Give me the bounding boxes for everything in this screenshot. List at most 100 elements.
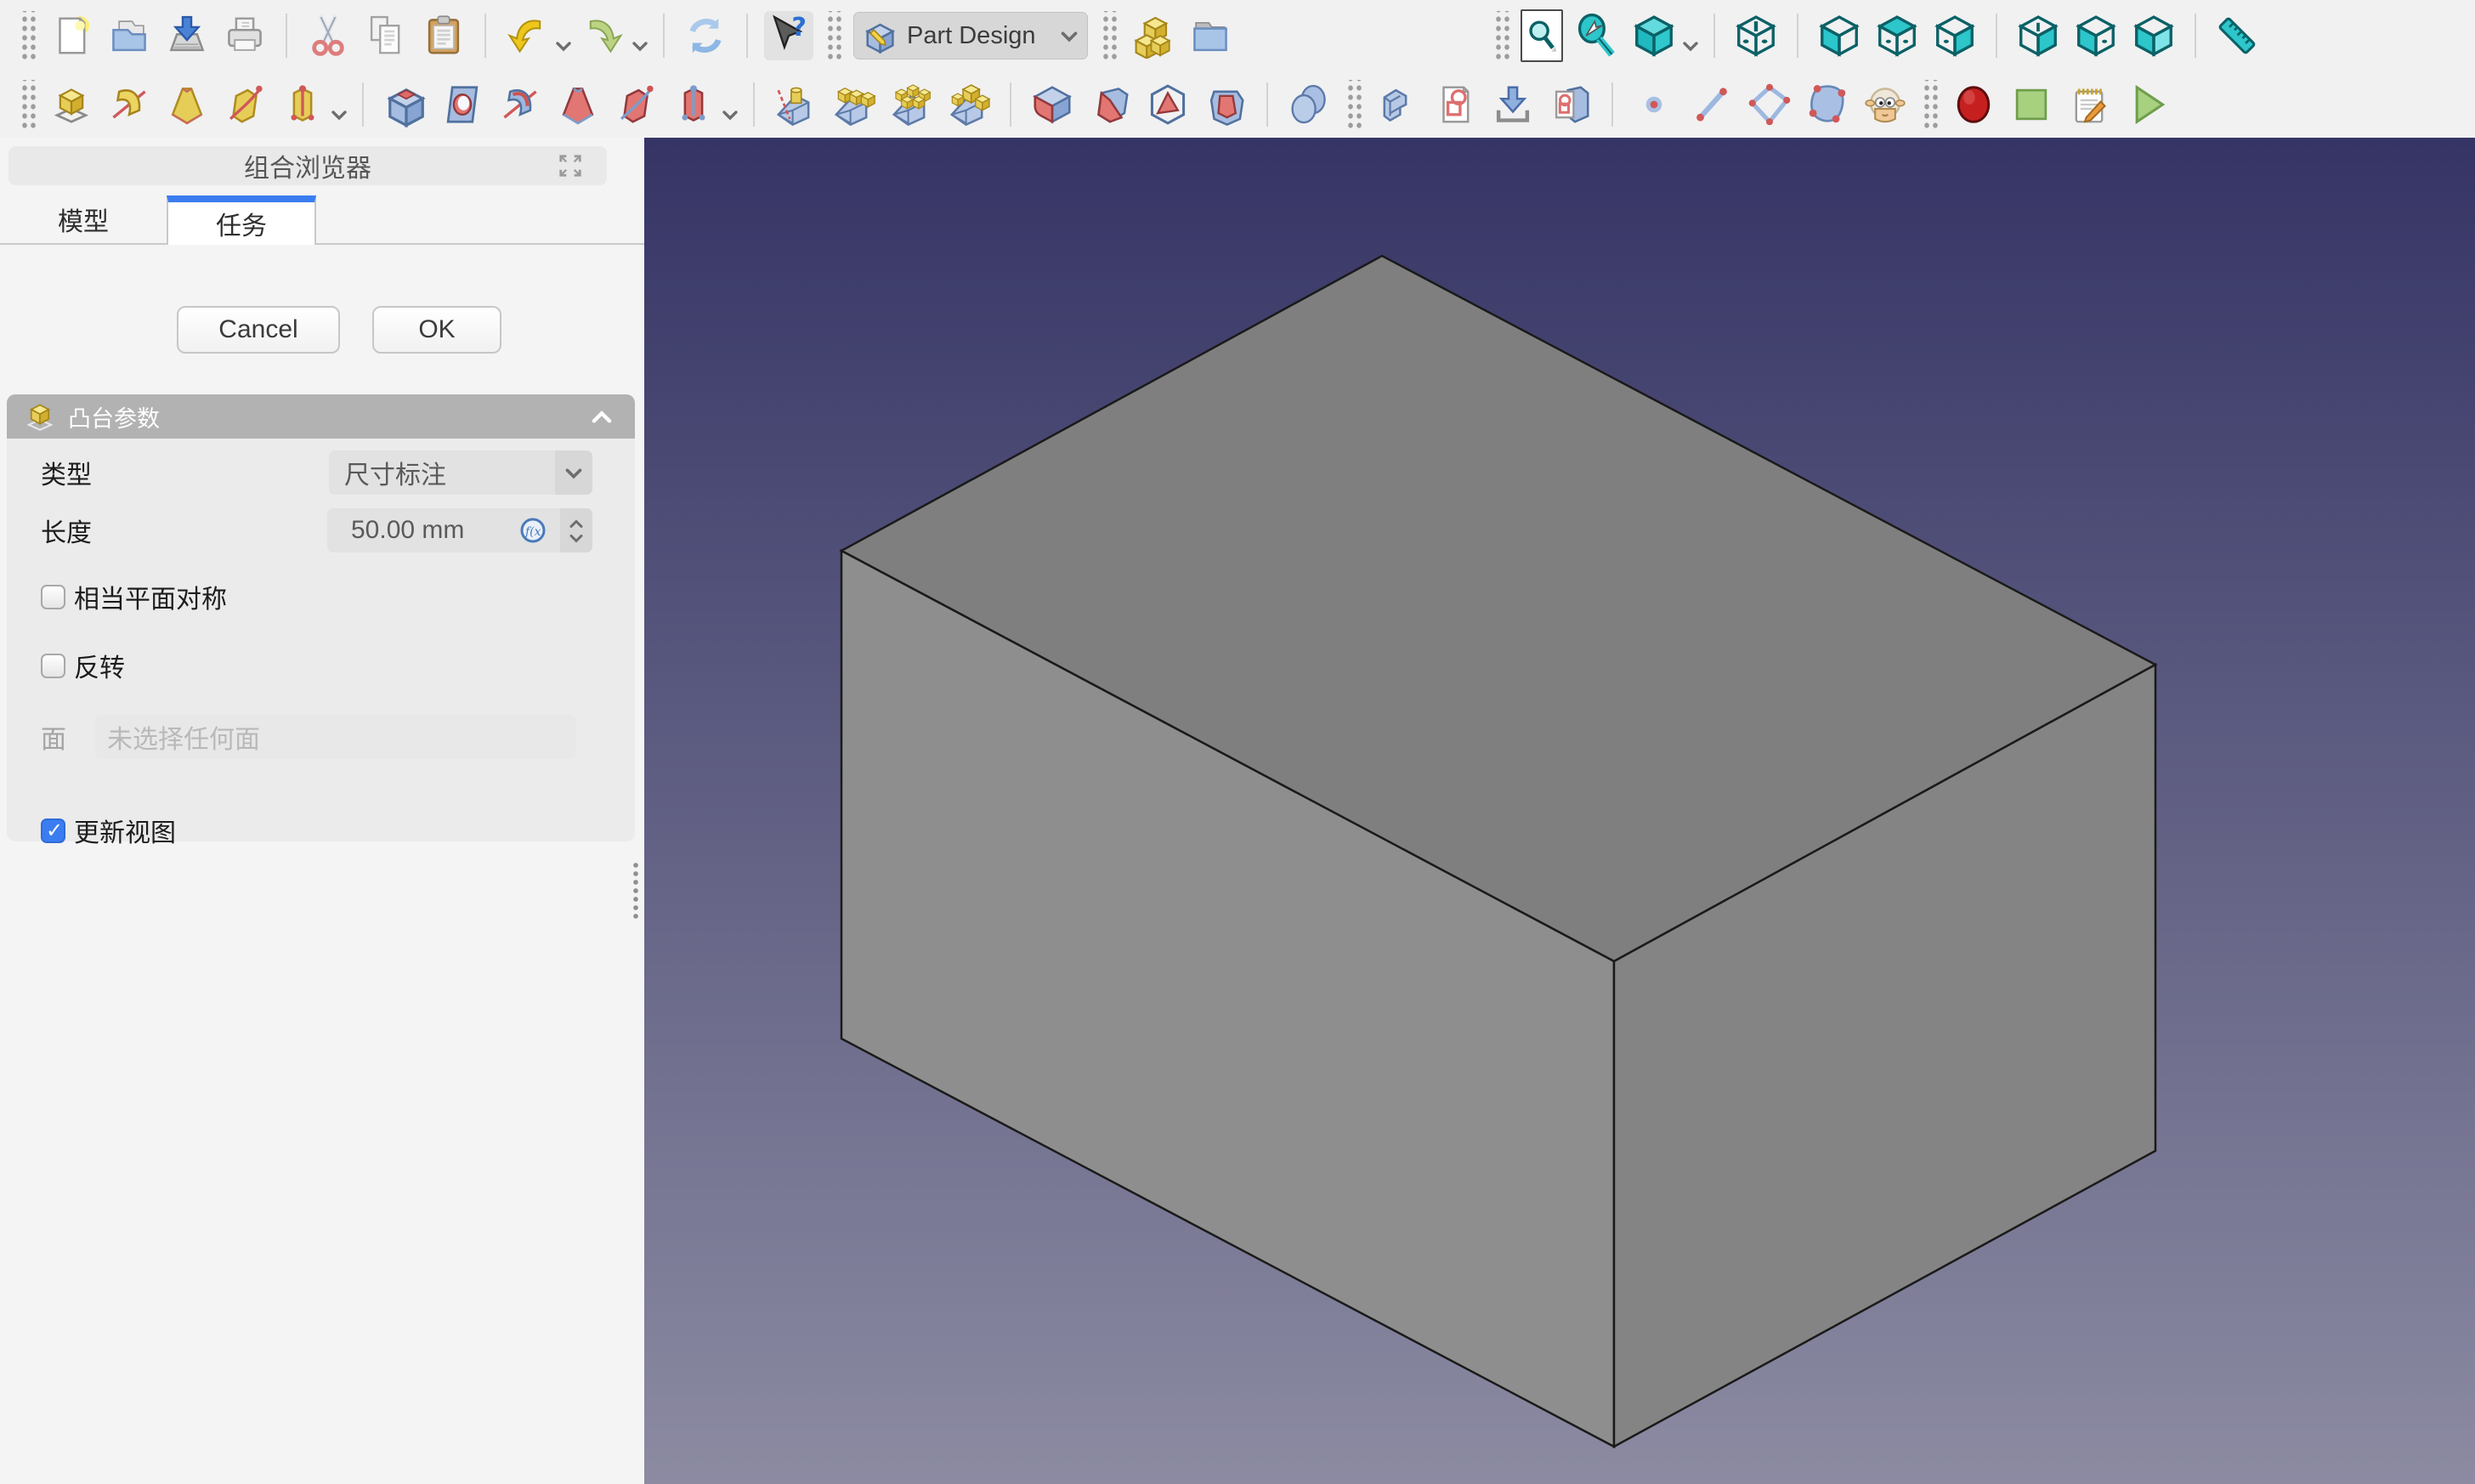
float-panel-icon[interactable] <box>558 153 583 178</box>
spinner-buttons[interactable] <box>560 508 592 552</box>
tab-task[interactable]: 任务 <box>167 195 316 245</box>
home-view-icon[interactable] <box>1731 11 1781 60</box>
separator <box>1010 82 1011 127</box>
undo-icon[interactable] <box>502 11 552 60</box>
polar-pattern-icon[interactable] <box>886 80 936 129</box>
toolbar-drag-handle[interactable] <box>1492 11 1509 60</box>
ok-button[interactable]: OK <box>372 306 501 354</box>
panel-splitter-handle[interactable] <box>631 861 640 919</box>
collapse-section-icon[interactable] <box>591 409 613 424</box>
pad-icon[interactable] <box>47 80 96 129</box>
create-body-icon[interactable] <box>1373 80 1422 129</box>
chamfer-icon[interactable] <box>1085 80 1135 129</box>
reversed-row: 反转 <box>7 647 635 684</box>
toolbar-drag-handle[interactable] <box>19 11 36 60</box>
length-spinbox[interactable]: 50.00 mm f(x) <box>327 508 592 552</box>
boolean-icon[interactable] <box>1284 80 1334 129</box>
redo-dropdown-chevron[interactable] <box>629 11 651 60</box>
toolbar-drag-handle[interactable] <box>19 80 36 129</box>
separator <box>1266 82 1268 127</box>
toolbar-drag-handle[interactable] <box>1921 80 1938 129</box>
update-view-checkbox[interactable] <box>41 818 65 843</box>
pocket-icon[interactable] <box>380 80 429 129</box>
whats-this-icon[interactable]: ? <box>764 11 813 60</box>
fit-all-icon[interactable] <box>1521 9 1563 62</box>
create-part-icon[interactable] <box>1128 11 1177 60</box>
rear-view-icon[interactable] <box>2013 11 2063 60</box>
mirrored-icon[interactable] <box>771 80 820 129</box>
top-view-icon[interactable] <box>1872 11 1922 60</box>
isometric-dropdown-chevron[interactable] <box>1679 11 1702 60</box>
additive-dropdown-chevron[interactable] <box>328 80 350 129</box>
separator <box>1996 14 1997 58</box>
isometric-view-icon[interactable] <box>1629 11 1679 60</box>
length-label: 长度 <box>41 512 92 549</box>
right-view-icon[interactable] <box>1930 11 1979 60</box>
left-view-icon[interactable] <box>2129 11 2178 60</box>
groove-icon[interactable] <box>496 80 545 129</box>
pad-solid[interactable] <box>841 256 2155 1447</box>
clone-icon[interactable] <box>1860 80 1910 129</box>
toolbar-drag-handle[interactable] <box>824 11 841 60</box>
additive-pipe-icon[interactable] <box>220 80 269 129</box>
macro-execute-icon[interactable] <box>2122 80 2172 129</box>
paste-icon[interactable] <box>419 11 468 60</box>
new-document-icon[interactable] <box>47 11 96 60</box>
macro-record-icon[interactable] <box>1949 80 1998 129</box>
panel-title-bar: 组合浏览器 <box>8 146 607 185</box>
create-sketch-icon[interactable] <box>1430 80 1480 129</box>
face-input[interactable]: 未选择任何面 <box>95 715 576 759</box>
macro-stop-icon[interactable] <box>2007 80 2056 129</box>
hole-icon[interactable] <box>438 80 487 129</box>
toolbar-row-2 <box>0 71 2475 138</box>
save-icon[interactable] <box>162 11 212 60</box>
subtractive-dropdown-chevron[interactable] <box>719 80 741 129</box>
reversed-checkbox[interactable] <box>41 654 65 678</box>
edit-sketch-icon[interactable] <box>1488 80 1538 129</box>
print-icon[interactable] <box>220 11 269 60</box>
linear-pattern-icon[interactable] <box>829 80 878 129</box>
multitransform-icon[interactable] <box>944 80 994 129</box>
tab-model[interactable]: 模型 <box>0 195 167 243</box>
length-value: 50.00 mm <box>327 516 464 545</box>
fillet-icon[interactable] <box>1028 80 1077 129</box>
svg-text:?: ? <box>791 13 807 42</box>
type-dropdown[interactable]: 尺寸标注 <box>329 450 592 495</box>
open-file-icon[interactable] <box>105 11 154 60</box>
additive-loft-icon[interactable] <box>162 80 212 129</box>
fit-selection-icon[interactable] <box>1572 11 1621 60</box>
macro-edit-icon[interactable] <box>2064 80 2114 129</box>
spin-down-icon <box>568 533 585 543</box>
measure-icon[interactable] <box>2212 11 2262 60</box>
subtractive-pipe-icon[interactable] <box>611 80 660 129</box>
pad-parameters-header[interactable]: 凸台参数 <box>7 394 635 439</box>
draft-icon[interactable] <box>1143 80 1192 129</box>
map-sketch-icon[interactable] <box>1546 80 1595 129</box>
additive-helix-icon[interactable] <box>278 80 327 129</box>
create-group-icon[interactable] <box>1186 11 1235 60</box>
viewport[interactable] <box>644 138 2475 1484</box>
redo-icon[interactable] <box>579 11 628 60</box>
formula-binding-icon[interactable]: f(x) <box>519 517 547 544</box>
toolbar-drag-handle[interactable] <box>1345 80 1362 129</box>
symmetric-checkbox[interactable] <box>41 585 65 609</box>
shape-binder-icon[interactable] <box>1803 80 1852 129</box>
datum-plane-icon[interactable] <box>1745 80 1794 129</box>
type-value: 尺寸标注 <box>329 454 446 491</box>
cut-icon[interactable] <box>303 11 353 60</box>
workbench-selector[interactable]: Part Design <box>853 12 1088 59</box>
subtractive-loft-icon[interactable] <box>553 80 603 129</box>
separator <box>663 14 665 58</box>
thickness-icon[interactable] <box>1201 80 1250 129</box>
datum-line-icon[interactable] <box>1687 80 1736 129</box>
cancel-button[interactable]: Cancel <box>177 306 340 354</box>
copy-icon[interactable] <box>361 11 411 60</box>
toolbar-drag-handle[interactable] <box>1100 11 1117 60</box>
refresh-icon[interactable] <box>681 11 730 60</box>
datum-point-icon[interactable] <box>1629 80 1679 129</box>
subtractive-helix-icon[interactable] <box>669 80 718 129</box>
bottom-view-icon[interactable] <box>2071 11 2121 60</box>
undo-dropdown-chevron[interactable] <box>552 11 575 60</box>
front-view-icon[interactable] <box>1815 11 1864 60</box>
revolution-icon[interactable] <box>105 80 154 129</box>
